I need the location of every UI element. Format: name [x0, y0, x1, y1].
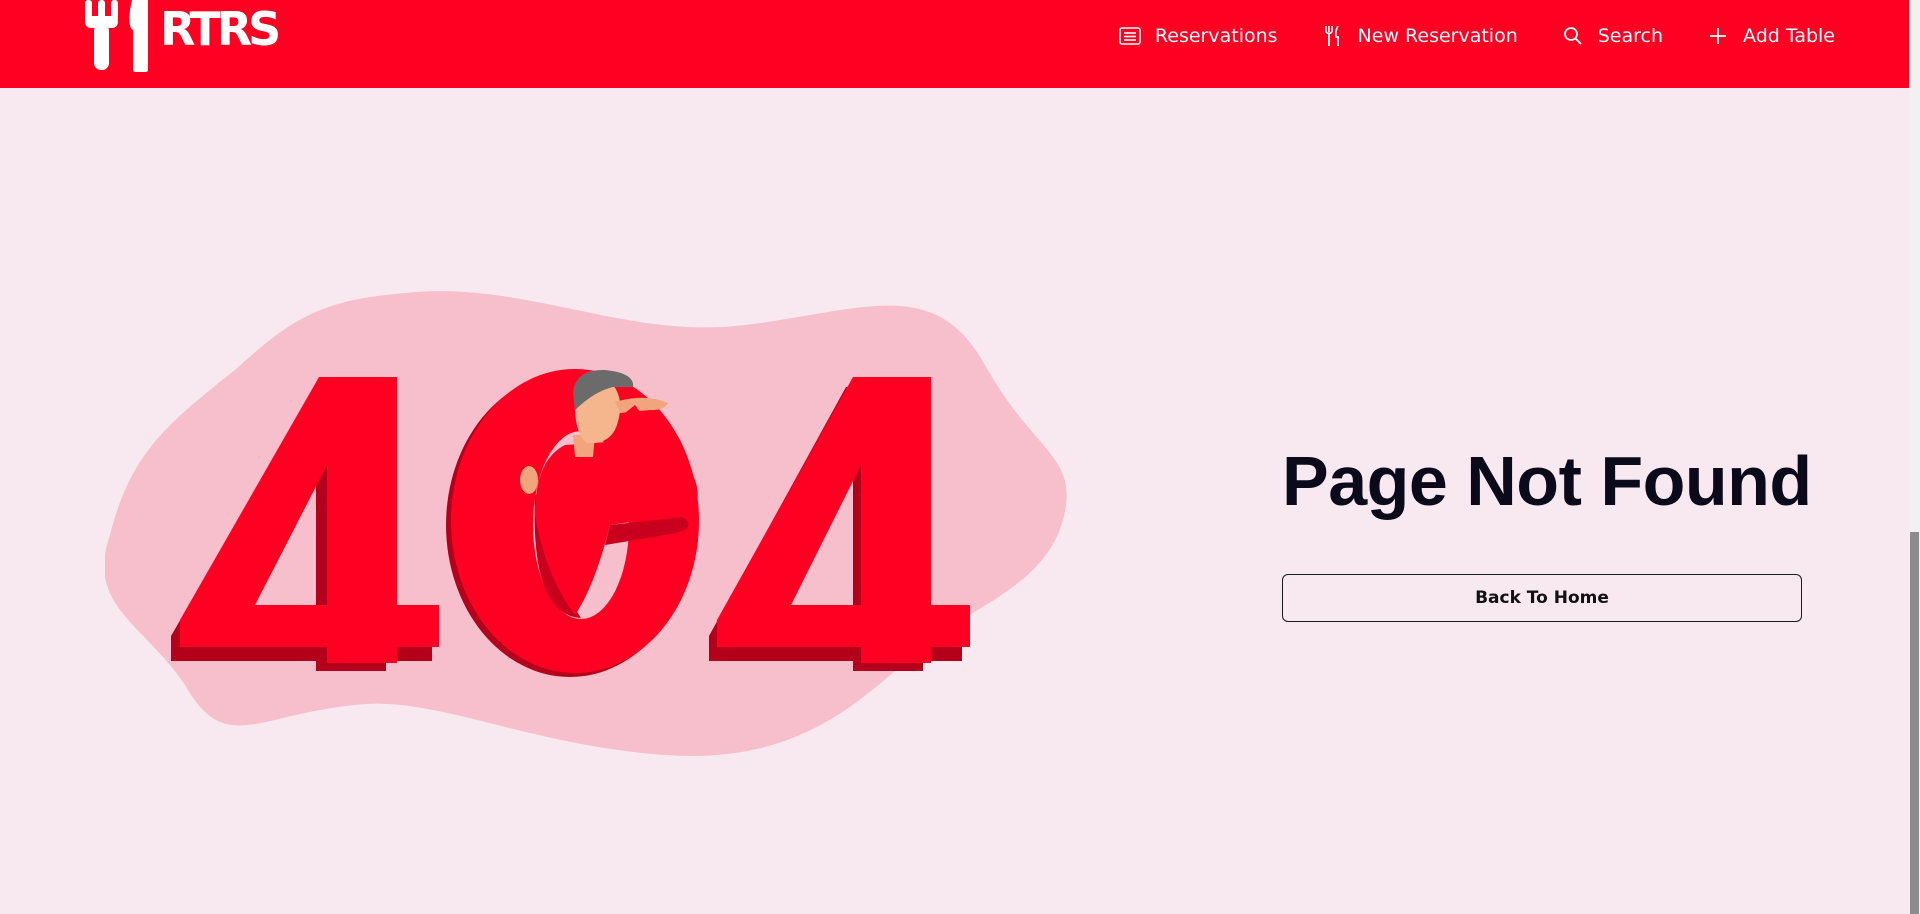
confused-man-404-illustration	[105, 291, 1067, 756]
nav-reservations[interactable]: Reservations	[1119, 25, 1278, 47]
nav-search-label: Search	[1597, 25, 1664, 47]
back-to-home-button[interactable]: Back To Home	[1282, 574, 1802, 622]
nav-reservations-label: Reservations	[1154, 25, 1278, 47]
nav-add-table-label: Add Table	[1743, 25, 1835, 47]
main-nav: Reservations New Reservation Search Add …	[1119, 0, 1835, 72]
fork-knife-logo-icon	[85, 0, 148, 72]
scrollbar[interactable]	[1909, 0, 1920, 914]
nav-new-reservation-label: New Reservation	[1357, 25, 1518, 47]
logo[interactable]: RTRS	[82, 0, 292, 72]
top-navbar: RTRS Reservations New Reservation Search…	[0, 0, 1909, 88]
nav-new-reservation[interactable]: New Reservation	[1322, 25, 1518, 47]
fork-knife-icon	[1322, 25, 1344, 47]
logo-text: RTRS	[160, 2, 281, 56]
nav-search[interactable]: Search	[1562, 25, 1663, 47]
404-illustration	[105, 285, 1070, 765]
list-icon	[1119, 25, 1141, 47]
search-icon	[1562, 25, 1584, 47]
plus-icon	[1707, 25, 1729, 47]
nav-add-table[interactable]: Add Table	[1707, 25, 1835, 47]
scrollbar-thumb[interactable]	[1910, 532, 1919, 914]
page-title: Page Not Found	[1282, 442, 1812, 520]
